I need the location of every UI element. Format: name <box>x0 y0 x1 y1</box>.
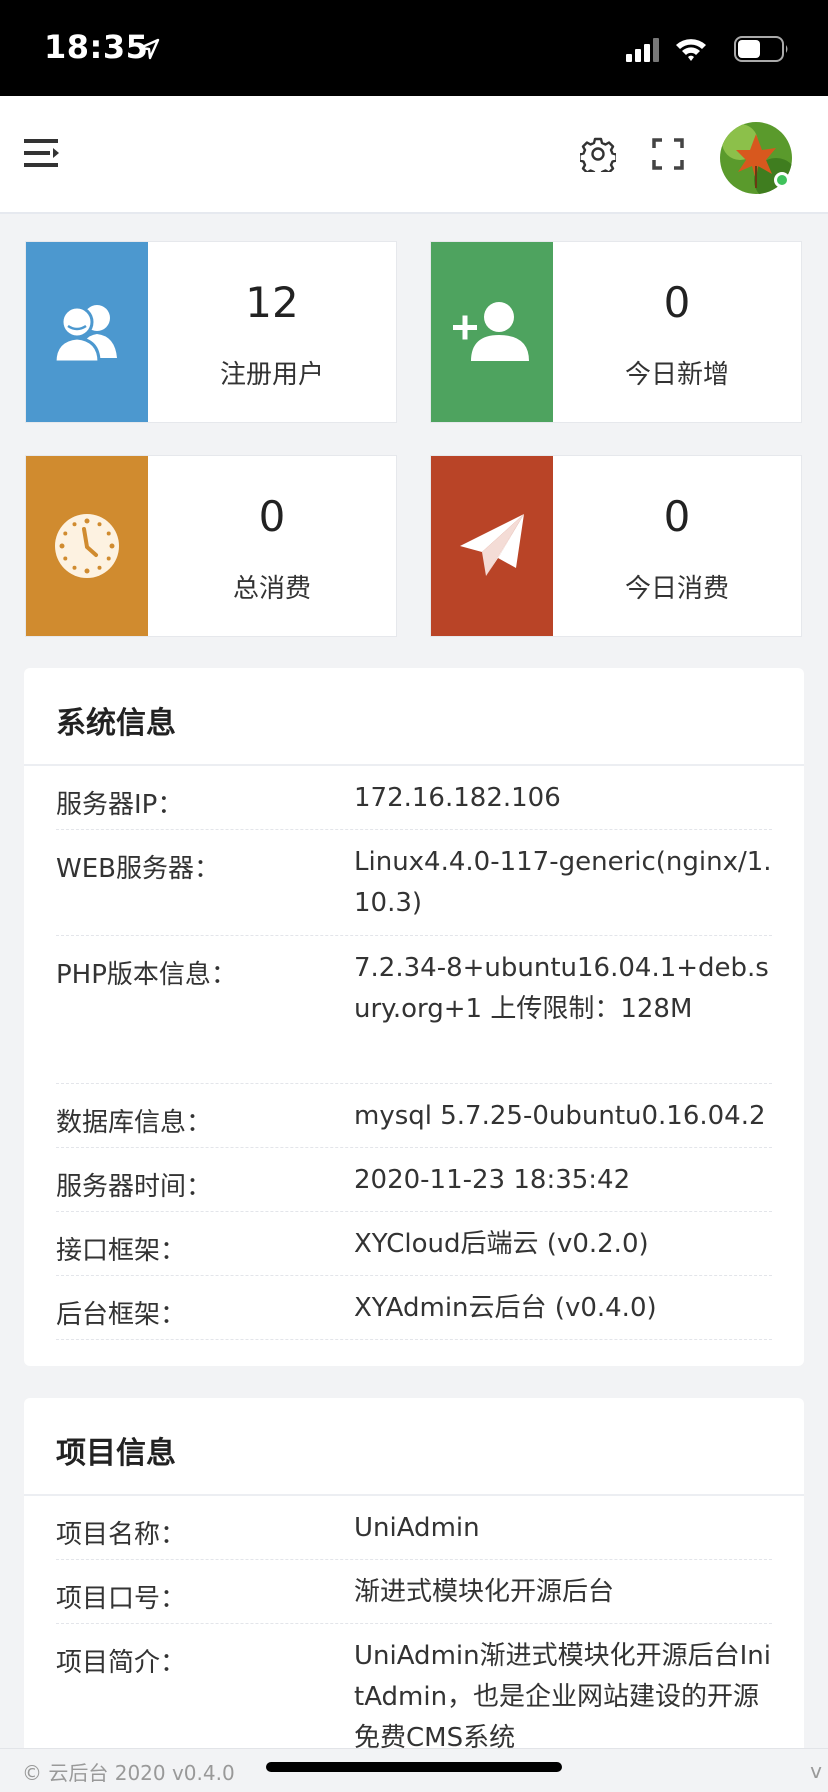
stat-label: 今日新增 <box>624 360 729 390</box>
stat-icon-box <box>26 242 148 422</box>
gear-icon <box>578 137 618 178</box>
settings-button[interactable] <box>578 136 618 178</box>
stat-card-today-spend[interactable]: 0 今日消费 <box>430 455 802 637</box>
stat-value: 0 <box>663 278 691 327</box>
info-row-api-framework: 接口框架： XYCloud后端云 (v0.2.0) <box>56 1212 772 1276</box>
stat-icon-box <box>26 456 148 636</box>
stat-value: 0 <box>663 492 691 541</box>
top-header <box>0 96 828 214</box>
status-time: 18:35 <box>44 28 149 66</box>
info-row-server-ip: 服务器IP： 172.16.182.106 <box>56 766 772 830</box>
info-row-project-intro: 项目简介： UniAdmin渐进式模块化开源后台InitAdmin，也是企业网站… <box>56 1624 772 1754</box>
menu-toggle-button[interactable] <box>24 136 62 170</box>
info-key: 接口框架： <box>56 1236 187 1266</box>
home-indicator[interactable] <box>266 1762 562 1772</box>
info-key: 后台框架： <box>56 1300 187 1330</box>
info-value: Linux4.4.0-117-generic(nginx/1.10.3) <box>354 847 772 918</box>
online-status-dot <box>774 172 790 188</box>
stat-label: 注册用户 <box>219 360 324 390</box>
info-value: 2020-11-23 18:35:42 <box>354 1165 631 1195</box>
fullscreen-icon <box>652 138 684 170</box>
stat-value: 0 <box>258 492 286 541</box>
stat-value: 12 <box>245 278 299 327</box>
info-key: 项目简介： <box>56 1648 187 1678</box>
info-value: mysql 5.7.25-0ubuntu0.16.04.2 <box>354 1101 766 1131</box>
status-bar: 18:35 <box>0 0 828 96</box>
info-row-database: 数据库信息： mysql 5.7.25-0ubuntu0.16.04.2 <box>56 1084 772 1148</box>
panel-title: 系统信息 <box>56 706 176 741</box>
stat-label: 总消费 <box>232 574 311 604</box>
footer-version-fragment: v <box>810 1759 822 1783</box>
wifi-icon <box>676 39 706 61</box>
info-key: PHP版本信息： <box>56 960 237 990</box>
info-value: 渐进式模块化开源后台 <box>354 1577 615 1607</box>
paper-plane-icon <box>460 514 524 576</box>
battery-icon <box>734 36 788 62</box>
stat-card-today-new[interactable]: 0 今日新增 <box>430 241 802 423</box>
info-key: 服务器IP： <box>56 790 184 820</box>
info-row-admin-framework: 后台框架： XYAdmin云后台 (v0.4.0) <box>56 1276 772 1340</box>
info-row-php-version: PHP版本信息： 7.2.34-8+ubuntu16.04.1+deb.sury… <box>56 936 772 1084</box>
info-row-server-time: 服务器时间： 2020-11-23 18:35:42 <box>56 1148 772 1212</box>
stat-card-total-spend[interactable]: 0 总消费 <box>25 455 397 637</box>
info-key: 数据库信息： <box>56 1108 213 1138</box>
footer-copyright: © 云后台 2020 v0.4.0 <box>22 1761 235 1785</box>
info-value: UniAdmin渐进式模块化开源后台InitAdmin，也是企业网站建设的开源免… <box>354 1641 771 1753</box>
stat-card-registered-users[interactable]: 12 注册用户 <box>25 241 397 423</box>
stat-label: 今日消费 <box>624 574 729 604</box>
info-key: WEB服务器： <box>56 854 220 884</box>
users-icon <box>53 305 117 364</box>
menu-icon <box>24 139 59 167</box>
project-info-panel: 项目信息 项目名称： UniAdmin 项目口号： 渐进式模块化开源后台 项目简… <box>24 1398 804 1758</box>
panel-title: 项目信息 <box>56 1436 176 1471</box>
info-row-project-slogan: 项目口号： 渐进式模块化开源后台 <box>56 1560 772 1624</box>
fullscreen-button[interactable] <box>652 138 684 170</box>
info-row-project-name: 项目名称： UniAdmin <box>56 1496 772 1560</box>
signal-icon <box>626 38 659 62</box>
info-key: 项目名称： <box>56 1520 187 1550</box>
info-value: 172.16.182.106 <box>354 783 561 813</box>
add-user-icon <box>453 302 529 361</box>
system-info-panel: 系统信息 服务器IP： 172.16.182.106 WEB服务器： Linux… <box>24 668 804 1366</box>
info-value: XYAdmin云后台 (v0.4.0) <box>354 1293 657 1323</box>
info-row-web-server: WEB服务器： Linux4.4.0-117-generic(nginx/1.1… <box>56 830 772 936</box>
stat-icon-box <box>431 456 553 636</box>
info-key: 服务器时间： <box>56 1172 213 1202</box>
location-arrow-icon <box>138 38 160 60</box>
info-key: 项目口号： <box>56 1584 187 1614</box>
clock-icon <box>55 514 119 578</box>
info-value: XYCloud后端云 (v0.2.0) <box>354 1229 649 1259</box>
info-value: UniAdmin <box>354 1513 480 1543</box>
info-value: 7.2.34-8+ubuntu16.04.1+deb.sury.org+1 上传… <box>354 953 769 1024</box>
stat-icon-box <box>431 242 553 422</box>
